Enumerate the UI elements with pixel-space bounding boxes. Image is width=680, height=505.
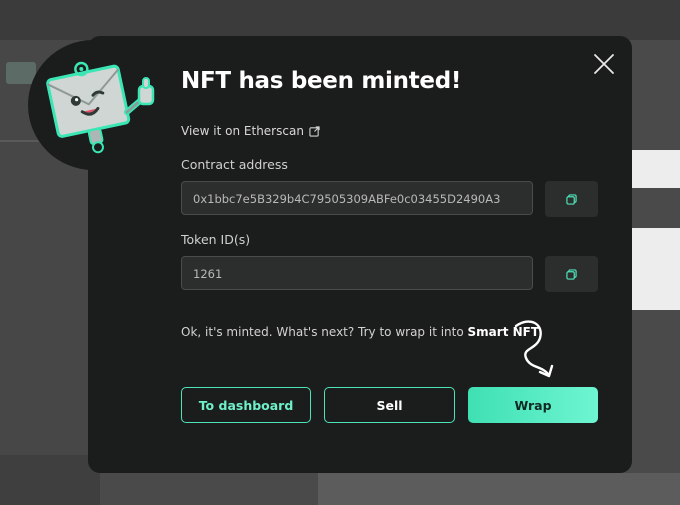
sell-button[interactable]: Sell <box>324 387 455 423</box>
token-ids-field[interactable]: 1261 <box>181 256 533 290</box>
contract-address-label: Contract address <box>181 157 288 172</box>
envelope-robot-mascot-icon <box>46 61 155 154</box>
copy-icon <box>566 268 577 280</box>
next-step-hint: Ok, it's minted. What's next? Try to wra… <box>181 325 539 339</box>
close-icon[interactable] <box>592 52 616 76</box>
hint-text: Ok, it's minted. What's next? Try to wra… <box>181 325 468 339</box>
dialog-title: NFT has been minted! <box>181 68 462 94</box>
contract-address-field[interactable]: 0x1bbc7e5B329b4C79505309ABFe0c03455D2490… <box>181 181 533 215</box>
background-topbar <box>0 0 680 40</box>
copy-token-button[interactable] <box>545 256 598 292</box>
background-panel <box>632 228 680 310</box>
etherscan-link[interactable]: View it on Etherscan <box>181 124 320 138</box>
background-footer <box>0 455 100 505</box>
etherscan-link-label: View it on Etherscan <box>181 124 304 138</box>
token-ids-label: Token ID(s) <box>181 232 251 247</box>
background-footer-bar <box>318 473 680 505</box>
background-panel <box>632 150 680 188</box>
copy-icon <box>566 193 577 205</box>
to-dashboard-button[interactable]: To dashboard <box>181 387 311 423</box>
copy-contract-button[interactable] <box>545 181 598 217</box>
curly-arrow-icon <box>514 320 554 378</box>
wrap-button[interactable]: Wrap <box>468 387 598 423</box>
external-link-icon <box>309 125 320 137</box>
